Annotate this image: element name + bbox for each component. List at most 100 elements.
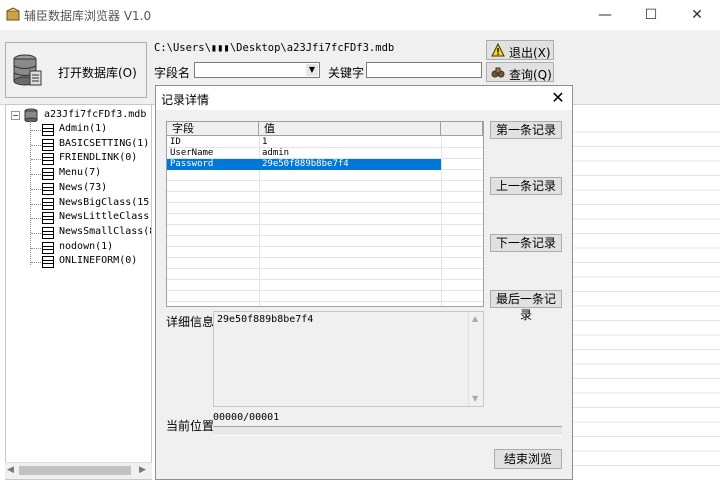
tree-connector	[31, 262, 41, 264]
table-row[interactable]: Password 29e50f889b8be7f4	[167, 159, 483, 170]
keyword-input[interactable]	[366, 62, 482, 78]
detail-textarea[interactable]: 29e50f889b8be7f4 ▲ ▼	[213, 311, 484, 407]
database-icon	[13, 54, 42, 86]
table-icon	[42, 241, 54, 254]
end-browse-button[interactable]: 结束浏览	[494, 449, 562, 469]
binoculars-icon	[491, 67, 505, 78]
database-icon	[24, 108, 38, 122]
minimize-button[interactable]: —	[582, 0, 628, 30]
tree-connector	[31, 247, 41, 249]
tree-connector	[31, 144, 41, 146]
warning-icon	[491, 43, 505, 57]
cell-field: ID	[170, 137, 181, 147]
column-header-value[interactable]: 值	[259, 122, 441, 136]
scroll-right-icon[interactable]: ▶	[139, 465, 146, 475]
table-icon	[42, 212, 54, 225]
column-header-field[interactable]: 字段	[167, 122, 259, 136]
tree-connector	[31, 203, 41, 205]
field-name-select[interactable]: ▼	[194, 62, 320, 78]
cell-value: admin	[262, 148, 290, 158]
table-row[interactable]: ID 1	[167, 137, 483, 148]
dialog-title-bar: 记录详情 ✕	[156, 86, 572, 110]
maximize-button[interactable]: ☐	[628, 0, 674, 30]
app-icon	[6, 7, 20, 21]
table-tree[interactable]: − a23Jfi7fcFDf3.mdb Admin(1) BASICSETTING…	[5, 104, 152, 480]
chevron-down-icon[interactable]: ▼	[306, 64, 318, 76]
tree-item-table[interactable]: News(73)	[6, 182, 151, 196]
previous-record-button[interactable]: 上一条记录	[490, 177, 562, 195]
table-icon	[42, 168, 54, 181]
window-title: 辅臣数据库浏览器 V1.0	[24, 9, 152, 23]
tree-item-table[interactable]: Menu(7)	[6, 167, 151, 181]
tree-connector	[31, 174, 41, 176]
tree-item-table[interactable]: Admin(1)	[6, 123, 151, 137]
keyword-label: 关键字	[328, 66, 365, 80]
record-grid[interactable]: 字段 值 ID 1 UserName admin Password 29e50f889b8…	[166, 121, 484, 307]
detail-label: 详细信息	[166, 315, 215, 329]
grid-line	[167, 257, 483, 258]
grid-line	[167, 279, 483, 280]
grid-line	[167, 246, 483, 247]
grid-line	[167, 213, 483, 214]
detail-scrollbar[interactable]: ▲ ▼	[468, 312, 483, 406]
tree-item-label: NewsSmallClass(80	[59, 225, 152, 237]
dialog-title: 记录详情	[161, 93, 210, 107]
open-database-label: 打开数据库(O)	[58, 66, 137, 80]
scroll-down-icon[interactable]: ▼	[472, 394, 478, 403]
tree-connector	[31, 159, 41, 161]
grid-line	[167, 290, 483, 291]
tree-item-label: nodown(1)	[59, 240, 114, 252]
tree-item-table[interactable]: FRIENDLINK(0)	[6, 152, 151, 166]
scroll-up-icon[interactable]: ▲	[472, 314, 478, 323]
tree-item-table[interactable]: NewsBigClass(15)	[6, 196, 152, 211]
grid-line	[167, 268, 483, 269]
grid-line	[167, 224, 483, 225]
record-detail-dialog: 记录详情 ✕ 字段 值 ID 1 UserName admin Password 29e5…	[155, 85, 573, 480]
database-path: C:\Users\▮▮▮\Desktop\a23Jfi7fcFDf3.mdb	[154, 42, 395, 54]
position-bar	[213, 426, 562, 436]
tree-connector	[31, 188, 41, 190]
tree-item-label: ONLINEFORM(0)	[59, 255, 138, 267]
first-record-button[interactable]: 第一条记录	[490, 121, 562, 139]
tree-item-table[interactable]: NewsLittleClass(6	[6, 211, 151, 225]
dialog-close-button[interactable]: ✕	[546, 87, 570, 109]
background-data-grid	[572, 118, 720, 480]
exit-label: 退出(X)	[509, 46, 551, 60]
query-label: 查询(Q)	[509, 68, 552, 82]
tree-item-table[interactable]: NewsSmallClass(80	[6, 225, 152, 240]
tree-root-label[interactable]: a23Jfi7fcFDf3.mdb	[44, 109, 146, 120]
open-database-button[interactable]: 打开数据库(O)	[5, 42, 147, 98]
table-icon	[42, 197, 54, 210]
grid-line	[167, 301, 483, 302]
exit-button[interactable]: 退出(X)	[486, 40, 554, 60]
title-bar: 辅臣数据库浏览器 V1.0 — ☐ ✕	[0, 0, 720, 30]
grid-line	[167, 180, 483, 181]
tree-item-label: BASICSETTING(1)	[59, 137, 150, 149]
tree-item-table[interactable]: BASICSETTING(1)	[6, 137, 151, 152]
tree-item-label: Admin(1)	[59, 123, 108, 134]
tree-horizontal-scrollbar[interactable]: ◀ ▶	[5, 462, 152, 479]
table-icon	[42, 182, 54, 195]
collapse-icon[interactable]: −	[11, 111, 20, 120]
tree-connector	[31, 130, 41, 131]
table-icon	[42, 153, 54, 166]
last-record-button[interactable]: 最后一条记录	[490, 290, 562, 322]
table-icon	[42, 226, 54, 239]
query-button[interactable]: 查询(Q)	[486, 62, 554, 82]
scroll-left-icon[interactable]: ◀	[7, 465, 14, 475]
close-button[interactable]: ✕	[674, 0, 720, 30]
cell-value: 29e50f889b8be7f4	[259, 159, 441, 170]
tree-connector	[31, 218, 41, 220]
tree-item-label: NewsBigClass(15)	[59, 196, 152, 208]
scroll-thumb[interactable]	[19, 466, 131, 475]
tree-connector	[31, 232, 41, 234]
tree-item-table[interactable]: ONLINEFORM(0)	[6, 255, 151, 269]
cell-value: 1	[262, 137, 268, 147]
tree-item-label: FRIENDLINK(0)	[59, 152, 138, 164]
column-header-blank	[441, 122, 483, 136]
position-value: 00000/00001	[213, 412, 280, 423]
table-icon	[42, 138, 54, 151]
tree-item-table[interactable]: nodown(1)	[6, 240, 151, 255]
next-record-button[interactable]: 下一条记录	[490, 234, 562, 252]
table-row[interactable]: UserName admin	[167, 148, 483, 159]
